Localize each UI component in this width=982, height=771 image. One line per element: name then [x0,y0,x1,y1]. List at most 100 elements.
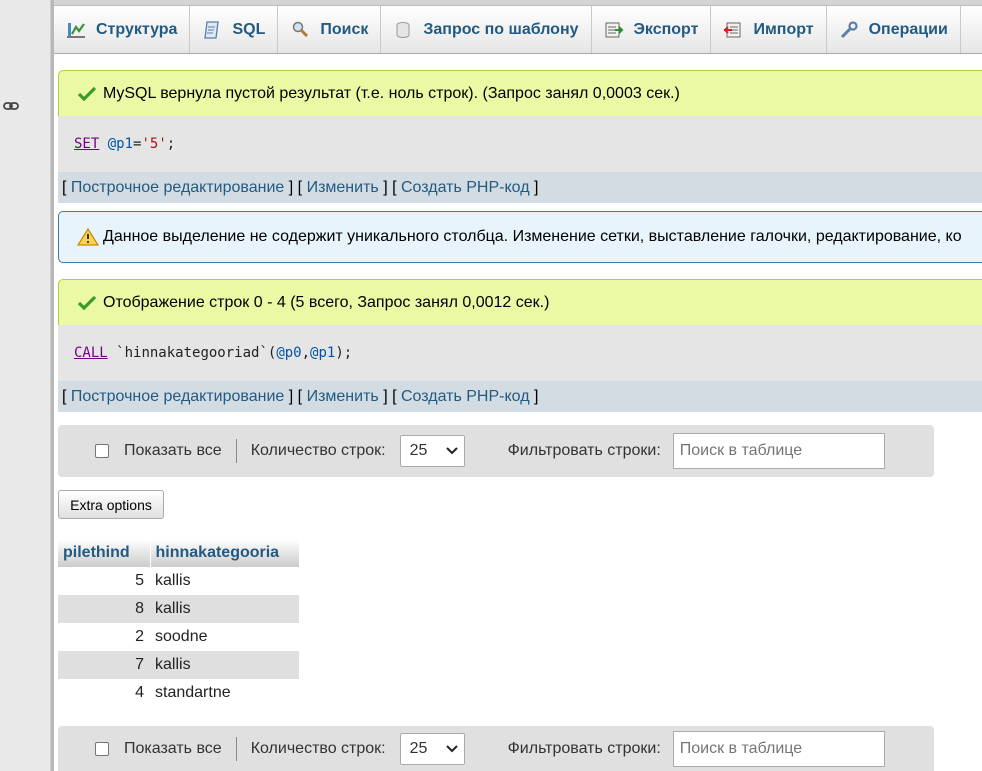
cell-pilethind[interactable]: 5 [58,567,150,595]
check-icon [77,295,97,310]
top-menu-tabs: Структура SQL Поиск Запрос по шаблону Эк… [54,6,982,54]
tab-label: Импорт [753,20,814,38]
table-row[interactable]: 7 kallis [58,651,299,679]
query-links: [ Построчное редактирование ] [ Изменить… [58,381,982,412]
success-message-text: Отображение строк 0 - 4 (5 всего, Запрос… [103,293,550,311]
bracket: ] [ [383,387,397,405]
sql-operator: = [133,136,142,152]
sql-string: '5' [141,136,167,152]
import-icon [724,22,741,37]
success-message: MySQL вернула пустой результат (т.е. нол… [58,70,982,116]
edit-link[interactable]: Изменить [307,179,379,197]
extra-options-button[interactable]: Extra options [58,490,164,519]
sql-variable: @p0 [276,345,302,361]
bracket: [ [62,387,67,405]
success-message-text: MySQL вернула пустой результат (т.е. нол… [103,84,680,102]
tab-query[interactable]: Запрос по шаблону [381,6,592,53]
cell-hinnakategooria[interactable]: kallis [150,567,299,595]
filter-rows-input[interactable] [679,442,884,460]
sql-keyword[interactable]: SET [74,136,99,152]
table-navigation-top: Показать все Количество строк: 25 Фильтр… [58,425,934,477]
sql-icon [204,20,220,39]
structure-icon [67,22,85,38]
export-icon [605,22,623,37]
sql-query-display: SET @p1 = '5'; [58,116,982,172]
cell-pilethind[interactable]: 8 [58,595,150,623]
table-row[interactable]: 2 soodne [58,623,299,651]
tab-label: Структура [96,20,178,38]
show-all-checkbox[interactable] [95,444,109,458]
notice-message-text: Данное выделение не содержит уникального… [103,228,962,245]
tab-structure[interactable]: Структура [54,6,191,53]
show-all-label[interactable]: Показать все [124,442,222,460]
tab-sql[interactable]: SQL [190,6,279,53]
cell-hinnakategooria[interactable]: standartne [150,679,299,707]
cell-hinnakategooria[interactable]: kallis [150,595,299,623]
query-icon [396,21,410,38]
separator [235,439,237,463]
create-php-link[interactable]: Создать PHP-код [401,388,530,406]
link-icon[interactable] [3,100,19,112]
sql-terminator: ); [335,345,353,361]
query-links: [ Построчное редактирование ] [ Изменить… [58,172,982,203]
table-header-row: pilethind hinnakategooria [58,539,300,567]
chevron-down-icon [445,447,458,455]
bracket: [ [62,178,67,196]
cell-pilethind[interactable]: 2 [58,623,150,651]
sql-query-display: CALL `hinnakategooriad`(@p0, @p1); [58,325,982,381]
cell-hinnakategooria[interactable]: kallis [150,651,299,679]
cell-pilethind[interactable]: 7 [58,651,150,679]
create-php-link[interactable]: Создать PHP-код [401,179,530,197]
filter-rows-field[interactable] [672,730,885,767]
filter-rows-label: Фильтровать строки: [507,739,661,757]
tab-operations[interactable]: Операции [827,6,961,53]
bracket: ] [533,178,539,196]
tab-import[interactable]: Импорт [711,6,827,53]
search-icon [293,21,309,37]
cell-hinnakategooria[interactable]: soodne [150,623,299,651]
tab-label: Поиск [320,20,369,38]
inline-edit-link[interactable]: Построчное редактирование [71,179,284,197]
navigation-panel-rail [0,0,51,771]
inline-edit-link[interactable]: Построчное редактирование [71,388,284,406]
filter-rows-label: Фильтровать строки: [507,442,661,459]
sql-variable: @p1 [310,345,336,361]
cell-pilethind[interactable]: 4 [58,679,150,707]
tab-label: Операции [868,20,948,38]
tab-search[interactable]: Поиск [278,6,382,53]
table-row[interactable]: 4 standartne [58,679,299,707]
check-icon [77,86,97,101]
filter-rows-input[interactable] [679,739,884,758]
main-content: Структура SQL Поиск Запрос по шаблону Эк… [54,0,982,771]
sql-procedure-name: `hinnakategooriad` [116,345,268,361]
separator [235,736,237,761]
sql-variable: @p1 [107,136,134,152]
success-message: Отображение строк 0 - 4 (5 всего, Запрос… [58,279,982,325]
notice-message: Данное выделение не содержит уникального… [58,211,982,263]
rows-count-value: 25 [409,739,428,757]
wrench-icon [840,20,858,38]
bracket: ] [ [383,178,397,196]
column-header-hinnakategooria[interactable]: hinnakategooria [150,539,300,567]
bracket: ] [ [288,178,303,196]
rows-count-value: 25 [409,442,428,459]
sql-terminator: ; [166,136,176,152]
warning-icon [77,228,99,246]
show-all-label[interactable]: Показать все [124,740,222,758]
sql-keyword[interactable]: CALL [74,345,108,361]
rows-count-select[interactable]: 25 [399,435,465,467]
edit-link[interactable]: Изменить [307,388,379,406]
results-table: pilethind hinnakategooria 5 kallis 8 kal… [58,539,300,707]
tab-label: Экспорт [633,20,699,38]
column-header-pilethind[interactable]: pilethind [58,539,151,567]
tab-export[interactable]: Экспорт [592,6,712,53]
table-row[interactable]: 8 kallis [58,595,299,623]
rows-count-select[interactable]: 25 [399,732,465,765]
sql-paren: ( [267,345,277,361]
filter-rows-field[interactable] [672,433,885,469]
tab-label: Запрос по шаблону [423,20,579,38]
show-all-checkbox[interactable] [95,741,109,756]
panel-resize-handle[interactable] [51,0,54,771]
table-row[interactable]: 5 kallis [58,567,299,595]
rows-count-label: Количество строк: [250,739,386,757]
